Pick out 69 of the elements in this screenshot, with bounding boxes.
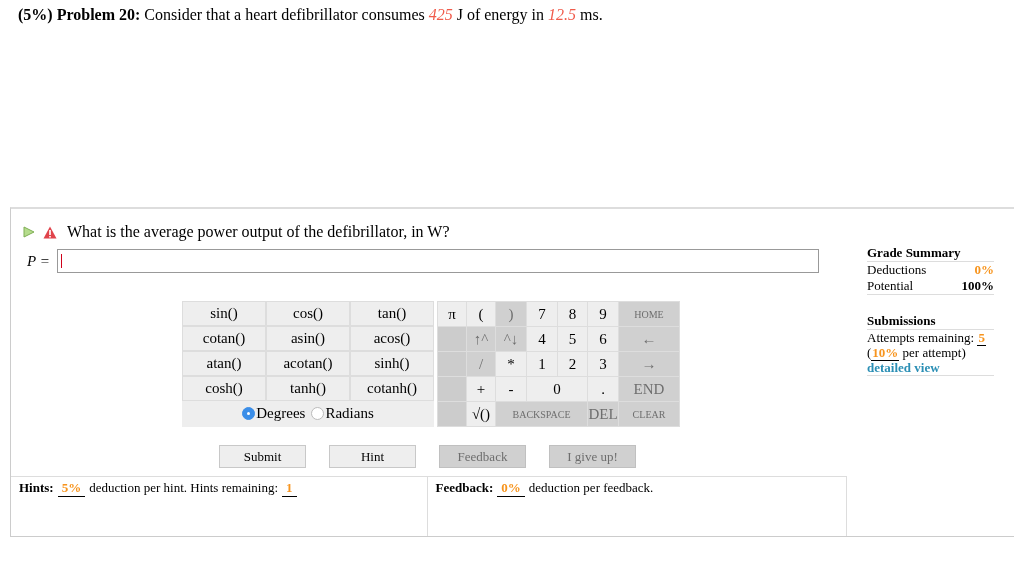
play-icon[interactable] [23,226,35,238]
hints-text: deduction per hint. Hints remaining: [89,480,278,496]
keypad-key[interactable]: 3 [588,352,618,376]
function-key[interactable]: acotan() [267,352,349,375]
detailed-view-link[interactable]: detailed view [867,360,940,375]
attempt-deduction: 10% [871,345,900,361]
keypad-key[interactable]: ( [467,302,495,326]
radio-button[interactable] [311,406,325,420]
blank-key [438,327,466,351]
keypad-key[interactable]: - [496,377,526,401]
problem-text: ms. [579,6,603,24]
function-key[interactable]: sin() [183,302,265,325]
radio-button[interactable] [242,406,256,420]
keypad-key[interactable]: + [467,377,495,401]
feedback-text: deduction per feedback. [528,480,654,496]
keypad-key[interactable]: 2 [558,352,587,376]
feedback-label: Feedback: [435,480,494,496]
answer-field[interactable] [57,249,819,273]
feedback-deduction: 0% [497,480,525,497]
function-key[interactable]: atan() [183,352,265,375]
warning-icon [43,225,57,239]
grade-label: Deductions [867,262,927,278]
blank-key [438,352,466,376]
submissions-title: Submissions [867,313,994,330]
blank-key [438,377,466,401]
keypad-key[interactable]: . [588,377,618,401]
function-key[interactable]: tan() [351,302,433,325]
attempts-label: Attempts remaining: [867,330,975,345]
action-button[interactable]: Submit [219,445,306,468]
keypad-key[interactable]: √() [467,402,495,426]
function-key[interactable]: tanh() [267,377,349,400]
keypad-key[interactable]: π [438,302,466,326]
function-key[interactable]: cotan() [183,327,265,350]
given-value: 12.5 [547,6,576,24]
keypad-key[interactable]: 5 [558,327,587,351]
hint-deduction: 5% [57,480,86,497]
hints-remaining: 1 [282,480,297,497]
attempts-count: 5 [977,330,986,346]
hints-label: Hints: [19,480,54,496]
function-key[interactable]: cosh() [183,377,265,400]
radio-label[interactable]: Degrees [256,404,306,422]
keypad-key[interactable]: 9 [588,302,618,326]
keypad-key[interactable]: * [496,352,526,376]
function-key[interactable]: sinh() [351,352,433,375]
radio-label[interactable]: Radians [325,404,374,422]
keypad-key[interactable]: 1 [527,352,557,376]
grade-label: Potential [867,278,914,294]
per-attempt-text: per attempt) [902,345,966,360]
keypad-key[interactable]: 8 [558,302,587,326]
function-key[interactable]: acos() [351,327,433,350]
paren: ( [867,345,872,360]
blank-key [438,402,466,426]
keypad-key[interactable]: 7 [527,302,557,326]
action-button[interactable]: Hint [329,445,416,468]
keypad-key[interactable]: 6 [588,327,618,351]
problem-text: Consider that a heart defibrillator consumes [144,6,425,24]
question-text: What is the average power output of the defibrillator, in W? [67,223,450,241]
problem-label: (5%) Problem 20: [18,6,141,24]
grade-summary-title: Grade Summary [867,245,994,262]
function-key[interactable]: cos() [267,302,349,325]
grade-value: 100% [961,278,994,294]
function-key[interactable]: asin() [267,327,349,350]
keypad-key[interactable]: 4 [527,327,557,351]
variable-label: P = [27,252,51,270]
given-value: 425 [428,6,453,24]
problem-text: J of energy in [456,6,544,24]
grade-value: 0% [974,262,994,278]
keypad-key[interactable]: 0 [527,377,587,401]
function-key[interactable]: cotanh() [351,377,433,400]
